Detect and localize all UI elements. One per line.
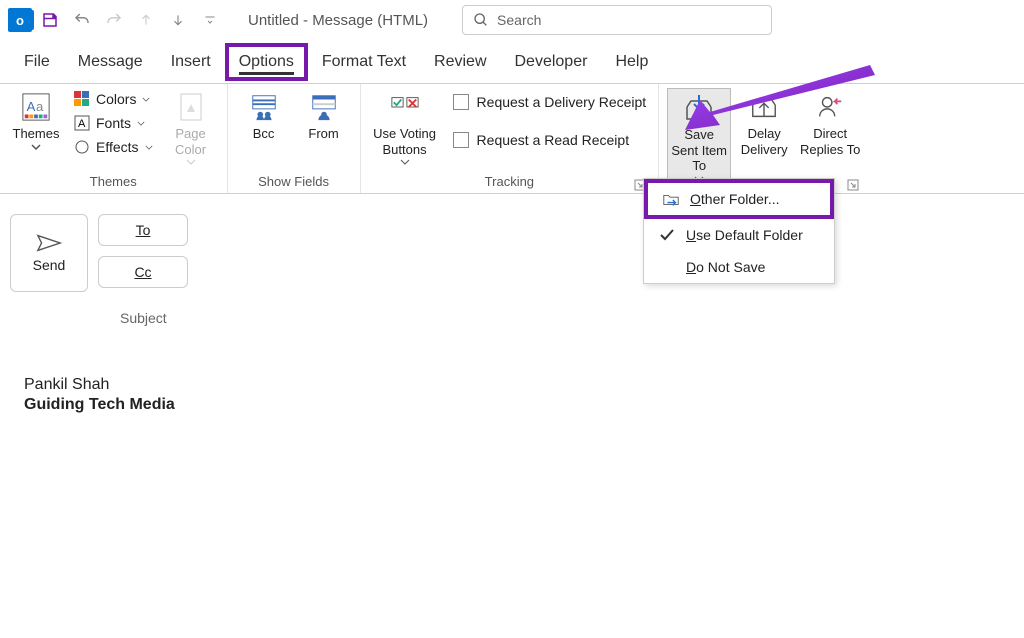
from-icon	[309, 90, 339, 124]
down-arrow-button[interactable]	[164, 6, 192, 34]
search-input[interactable]: Search	[462, 5, 772, 35]
svg-text:A: A	[78, 118, 86, 130]
ribbon: Aa Themes Colors A Fonts Effect	[0, 84, 1024, 194]
tab-format-text[interactable]: Format Text	[308, 43, 420, 81]
read-receipt-checkbox[interactable]: Request a Read Receipt	[449, 126, 651, 154]
ribbon-group-show-fields: Bcc From Show Fields	[228, 84, 361, 193]
themes-button[interactable]: Aa Themes	[8, 88, 64, 152]
save-sent-item-to-button[interactable]: Save Sent Item To	[667, 88, 731, 185]
qat-customize-button[interactable]	[196, 6, 224, 34]
tab-review[interactable]: Review	[420, 43, 500, 81]
delay-delivery-icon	[749, 90, 779, 124]
subject-label: Subject	[120, 310, 167, 326]
compose-area: Send To Cc Subject Pankil Shah Guiding T…	[0, 194, 1024, 484]
group-label-tracking: Tracking	[485, 172, 534, 191]
undo-button[interactable]	[68, 6, 96, 34]
page-color-icon	[177, 90, 205, 124]
to-button[interactable]: To	[98, 214, 188, 246]
ribbon-group-tracking: Use Voting Buttons Request a Delivery Re…	[361, 84, 660, 193]
tab-options[interactable]: Options	[225, 43, 308, 81]
effects-button[interactable]: Effects	[68, 136, 159, 158]
voting-icon	[390, 90, 420, 124]
outlook-app-icon: o	[8, 8, 32, 32]
dropdown-other-folder[interactable]: Other Folder...	[644, 179, 834, 219]
check-icon	[658, 228, 676, 242]
dropdown-use-default-folder[interactable]: Use Default Folder	[644, 219, 834, 251]
tab-insert[interactable]: Insert	[157, 43, 225, 81]
signature-org: Guiding Tech Media	[24, 396, 1000, 414]
colors-button[interactable]: Colors	[68, 88, 159, 110]
cc-button[interactable]: Cc	[98, 256, 188, 288]
from-button[interactable]: From	[296, 88, 352, 144]
delivery-receipt-checkbox[interactable]: Request a Delivery Receipt	[449, 88, 651, 116]
send-button[interactable]: Send	[10, 214, 88, 292]
checkbox-icon	[453, 132, 469, 148]
chevron-down-icon	[31, 144, 41, 150]
signature-name: Pankil Shah	[24, 376, 1000, 394]
save-sent-icon	[683, 91, 715, 125]
folder-arrow-icon	[662, 191, 680, 207]
fonts-button[interactable]: A Fonts	[68, 112, 159, 134]
svg-text:a: a	[36, 99, 44, 114]
page-color-button[interactable]: Page Color	[163, 88, 219, 167]
delay-delivery-button[interactable]: Delay Delivery	[735, 88, 793, 159]
svg-text:A: A	[27, 99, 36, 114]
tab-message[interactable]: Message	[64, 43, 157, 81]
tab-help[interactable]: Help	[601, 43, 662, 81]
checkbox-icon	[453, 94, 469, 110]
ribbon-group-themes: Aa Themes Colors A Fonts Effect	[0, 84, 228, 193]
search-icon	[473, 12, 489, 28]
bcc-button[interactable]: Bcc	[236, 88, 292, 144]
search-placeholder: Search	[497, 12, 541, 28]
window-title: Untitled - Message (HTML)	[248, 12, 428, 29]
more-options-dialog-launcher[interactable]	[843, 179, 863, 191]
group-label-show-fields: Show Fields	[236, 172, 352, 191]
fonts-icon: A	[74, 115, 90, 131]
save-button[interactable]	[36, 6, 64, 34]
tab-file[interactable]: File	[10, 43, 64, 81]
direct-replies-to-button[interactable]: Direct Replies To	[797, 88, 863, 159]
ribbon-group-more-options: Save Sent Item To Delay Delivery Direct …	[659, 84, 871, 193]
redo-button[interactable]	[100, 6, 128, 34]
message-body[interactable]: Pankil Shah Guiding Tech Media	[10, 326, 1014, 464]
save-sent-item-dropdown: Other Folder... Use Default Folder Do No…	[643, 178, 835, 284]
direct-replies-icon	[815, 90, 845, 124]
bcc-icon	[249, 90, 279, 124]
up-arrow-button[interactable]	[132, 6, 160, 34]
send-icon	[36, 233, 62, 253]
themes-icon: Aa	[21, 90, 51, 124]
dropdown-do-not-save[interactable]: Do Not Save	[644, 251, 834, 283]
ribbon-tabs: File Message Insert Options Format Text …	[0, 40, 1024, 84]
colors-icon	[74, 91, 90, 107]
voting-buttons-button[interactable]: Use Voting Buttons	[369, 88, 441, 167]
title-bar: o Untitled - Message (HTML) Search	[0, 0, 1024, 40]
group-label-themes: Themes	[8, 172, 219, 191]
effects-icon	[74, 139, 90, 155]
tab-developer[interactable]: Developer	[501, 43, 602, 81]
